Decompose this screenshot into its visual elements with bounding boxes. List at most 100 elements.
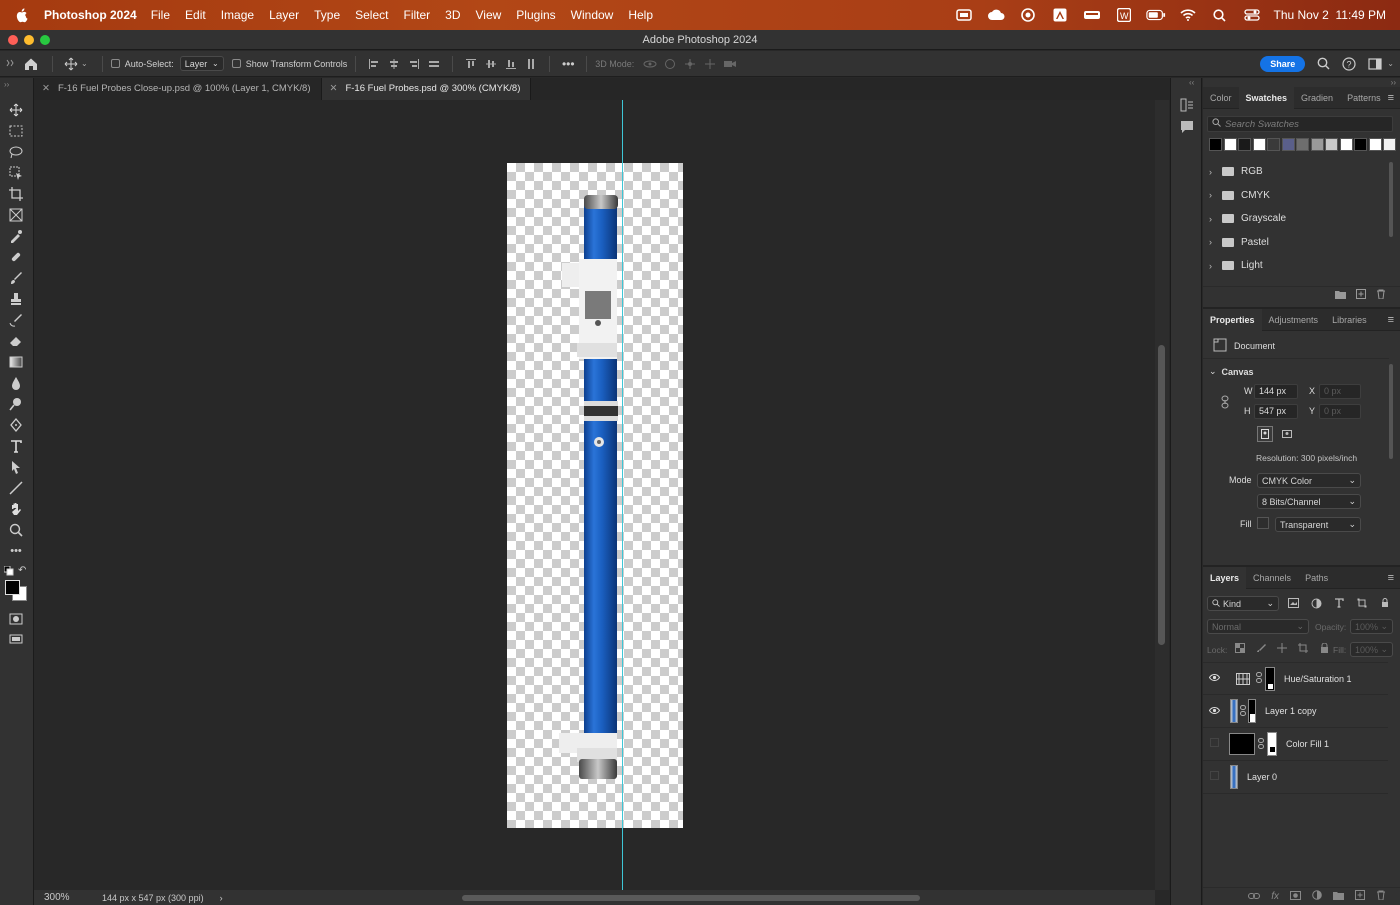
align-left-icon[interactable] (366, 57, 382, 71)
menu-3d[interactable]: 3D (445, 8, 460, 22)
properties-scrollbar[interactable] (1389, 364, 1393, 459)
smart-object-filter-icon[interactable] (1379, 597, 1391, 609)
pixel-filter-icon[interactable] (1287, 597, 1299, 609)
lasso-tool-icon[interactable] (8, 144, 24, 160)
swatch-9[interactable] (1339, 138, 1353, 151)
layer-mask-thumbnail[interactable] (1267, 732, 1277, 756)
lock-image-pixels-icon[interactable] (1255, 642, 1267, 654)
home-icon[interactable] (20, 57, 42, 71)
swatch-scrollbar[interactable] (1389, 162, 1393, 237)
drag-3d-icon[interactable] (682, 57, 698, 71)
more-options-icon[interactable]: ••• (560, 57, 576, 71)
canvas-y-field[interactable]: 0 px (1319, 404, 1361, 419)
panel-menu-icon[interactable]: ≡ (1388, 314, 1394, 326)
minimize-window-button[interactable] (24, 35, 34, 45)
clone-stamp-tool-icon[interactable] (8, 291, 24, 307)
align-bottom-icon[interactable] (503, 57, 519, 71)
comments-panel-icon[interactable] (1180, 120, 1194, 137)
hand-tool-icon[interactable] (8, 501, 24, 517)
delete-layer-icon[interactable] (1376, 890, 1386, 903)
object-selection-tool-icon[interactable] (8, 165, 24, 181)
menu-type[interactable]: Type (314, 8, 340, 22)
auto-select-checkbox[interactable] (110, 59, 120, 68)
swatch-2[interactable] (1238, 138, 1251, 151)
fx-icon[interactable]: fx (1271, 891, 1279, 902)
close-tab-icon[interactable]: ✕ (42, 83, 50, 94)
guide-line[interactable] (622, 100, 623, 890)
align-top-icon[interactable] (463, 57, 479, 71)
creative-cloud-icon[interactable] (986, 8, 1006, 22)
menu-help[interactable]: Help (628, 8, 653, 22)
panel-menu-icon[interactable]: ≡ (1388, 92, 1394, 104)
tab-color[interactable]: Color (1203, 87, 1239, 109)
status-arrow[interactable]: › (220, 893, 223, 903)
close-window-button[interactable] (8, 35, 18, 45)
zoom-level[interactable]: 300% (44, 892, 102, 903)
swatch-folder-cmyk[interactable]: › CMYK (1203, 184, 1387, 208)
office-icon[interactable]: W (1114, 8, 1134, 22)
zoom-window-button[interactable] (40, 35, 50, 45)
document-canvas[interactable] (507, 163, 683, 828)
menu-file[interactable]: File (151, 8, 170, 22)
menu-image[interactable]: Image (221, 8, 254, 22)
layer-thumbnail[interactable] (1230, 699, 1238, 723)
layer-row-layer-1-copy[interactable]: Layer 1 copy (1203, 695, 1388, 728)
swatch-folder-rgb[interactable]: › RGB (1203, 160, 1387, 184)
swatch-folder-grayscale[interactable]: › Grayscale (1203, 207, 1387, 231)
tab-paths[interactable]: Paths (1298, 567, 1335, 589)
new-group-icon[interactable] (1333, 891, 1344, 903)
link-icon[interactable] (1256, 672, 1262, 685)
menu-edit[interactable]: Edit (185, 8, 206, 22)
blur-tool-icon[interactable] (8, 375, 24, 391)
canvas-height-field[interactable]: 547 px (1254, 404, 1298, 419)
camera-3d-icon[interactable] (722, 57, 738, 71)
collapse-arrows-icon[interactable]: ›› (1391, 78, 1396, 87)
menu-window[interactable]: Window (571, 8, 614, 22)
fill-opacity-field[interactable]: 100% ⌄ (1350, 642, 1393, 657)
foreground-color-swatch[interactable] (5, 580, 20, 595)
move-tool-preset-icon[interactable] (63, 57, 79, 71)
swatch-folder-pastel[interactable]: › Pastel (1203, 231, 1387, 255)
control-center-icon[interactable] (1242, 8, 1262, 22)
transit-icon[interactable] (1082, 8, 1102, 22)
show-transform-checkbox[interactable] (231, 59, 241, 68)
tab-swatches[interactable]: Swatches (1238, 86, 1295, 109)
chevron-down-icon[interactable]: ⌄ (1387, 59, 1394, 68)
eye-visibility-icon[interactable] (1203, 673, 1225, 684)
new-adjustment-icon[interactable] (1312, 890, 1322, 903)
tab-gradients[interactable]: Gradien (1294, 87, 1340, 109)
distribute-icon[interactable] (426, 57, 442, 71)
layer-row-color-fill[interactable]: Color Fill 1 (1203, 728, 1388, 761)
swatch-4[interactable] (1267, 138, 1280, 151)
workspace-icon[interactable] (1367, 57, 1383, 71)
panel-menu-icon[interactable]: ≡ (1388, 572, 1394, 584)
new-layer-icon[interactable] (1355, 890, 1365, 903)
move-tool-icon[interactable] (8, 102, 24, 118)
lock-position-icon[interactable] (1276, 642, 1288, 654)
auto-select-dropdown[interactable]: Layer ⌄ (179, 56, 224, 71)
align-middle-icon[interactable] (483, 57, 499, 71)
tab-patterns[interactable]: Patterns (1340, 87, 1388, 109)
lock-all-icon[interactable] (1318, 642, 1330, 654)
pen-tool-icon[interactable] (8, 417, 24, 433)
more-tools-icon[interactable]: ••• (8, 543, 24, 559)
eye-visibility-icon[interactable] (1203, 706, 1225, 717)
roll-3d-icon[interactable] (662, 57, 678, 71)
tab-adjustments[interactable]: Adjustments (1262, 309, 1326, 331)
layer-thumbnail[interactable] (1230, 765, 1238, 789)
canvas-x-field[interactable]: 0 px (1319, 384, 1361, 399)
fill-color-swatch[interactable] (1257, 517, 1269, 529)
swatch-10[interactable] (1354, 138, 1367, 151)
tab-properties[interactable]: Properties (1203, 308, 1262, 331)
gradient-tool-icon[interactable] (8, 354, 24, 370)
new-group-icon[interactable] (1335, 290, 1346, 302)
clock[interactable]: Thu Nov 2 11:49 PM (1274, 8, 1387, 22)
swatch-1[interactable] (1223, 138, 1237, 151)
landscape-orientation-icon[interactable] (1279, 426, 1295, 442)
collapse-arrows-icon[interactable]: ›› (4, 80, 9, 89)
apple-menu-icon[interactable] (14, 7, 30, 23)
healing-brush-tool-icon[interactable] (8, 249, 24, 265)
swatch-3[interactable] (1252, 138, 1266, 151)
wifi-icon[interactable] (1178, 8, 1198, 22)
crop-tool-icon[interactable] (8, 186, 24, 202)
